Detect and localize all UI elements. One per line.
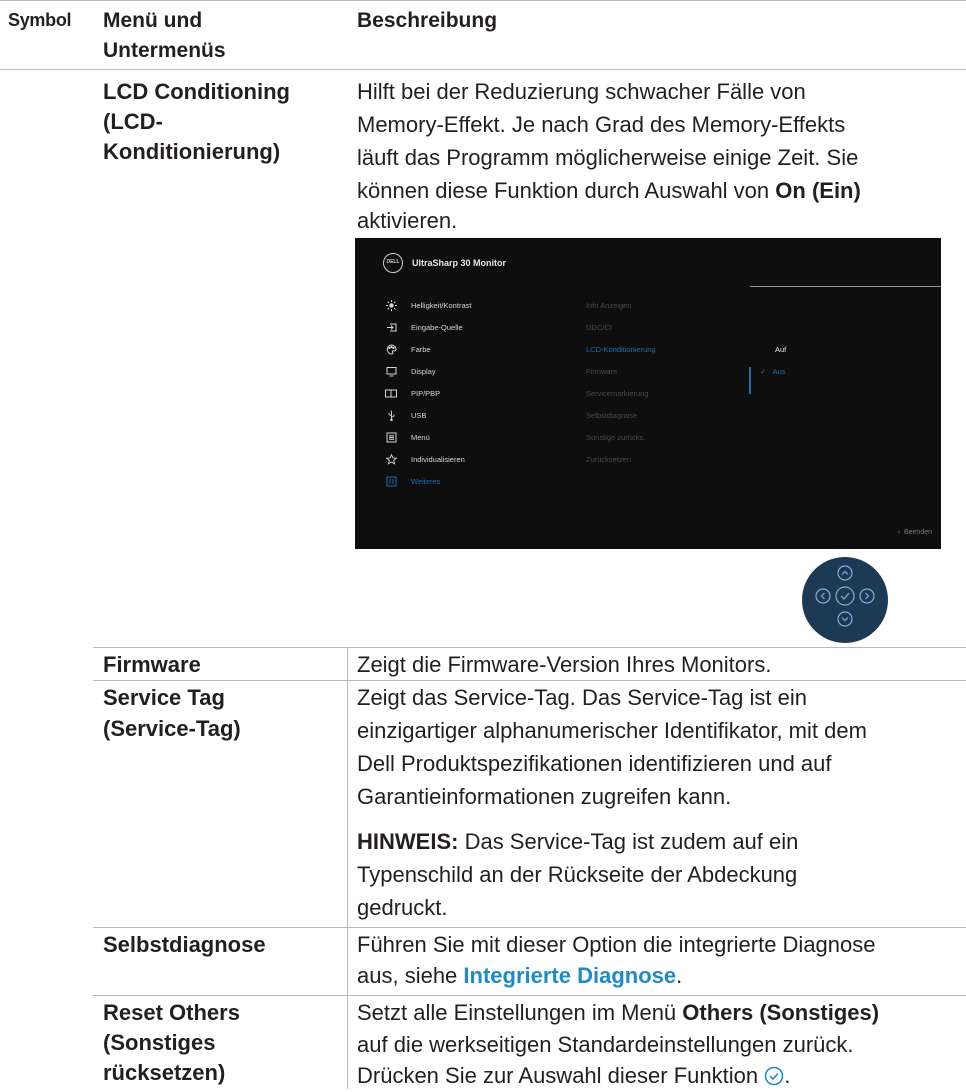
check-circle-icon xyxy=(764,1066,784,1092)
osd-divider-line xyxy=(750,286,941,287)
usb-icon xyxy=(385,409,397,421)
osd-submenu-item[interactable]: Zurücksetzen xyxy=(586,455,631,464)
osd-option-off-label: Aus xyxy=(772,367,786,376)
brightness-icon xyxy=(385,299,397,311)
selftest-desc-text: . xyxy=(676,963,683,988)
menu-name-service-tag: (Service-Tag) xyxy=(103,716,241,741)
service-desc-line: Garantieinformationen zugreifen kann. xyxy=(357,784,732,809)
menu-name-service-tag: Service Tag xyxy=(103,685,225,710)
display-icon xyxy=(385,365,397,377)
row-rule xyxy=(93,927,966,928)
osd-selection-bar xyxy=(749,367,751,394)
osd-menu-label: Menü xyxy=(411,432,430,442)
table-top-rule xyxy=(0,0,966,1)
service-note-line: HINWEIS: Das Service-Tag ist zudem auf e… xyxy=(357,827,798,857)
service-note-line: Typenschild an der Rückseite der Abdecku… xyxy=(357,862,798,887)
lcd-desc-line: aktivieren. xyxy=(357,208,458,233)
header-menu: Menü und Untermenüs xyxy=(103,9,226,62)
osd-menu-label: Weiteres xyxy=(411,476,441,486)
osd-screenshot: DELL UltraSharp 30 Monitor Helligkeit/Ko… xyxy=(355,238,941,549)
lcd-desc-line: läuft das Programm möglicherweise einige… xyxy=(357,145,859,170)
osd-menu-item[interactable]: Menü xyxy=(385,431,430,443)
selftest-desc-line: aus, siehe Integrierte Diagnose. xyxy=(357,961,682,991)
osd-option-on[interactable]: Auf xyxy=(775,345,786,354)
integrated-diagnostics-link[interactable]: Integrierte Diagnose xyxy=(463,963,676,988)
star-icon xyxy=(385,453,397,465)
osd-exit-label: Beenden xyxy=(903,529,932,536)
osd-menu-item[interactable]: Eingabe-Quelle xyxy=(385,321,463,333)
reset-desc-text: Drücken Sie zur Auswahl dieser Funktion xyxy=(357,1063,759,1088)
osd-title: UltraSharp 30 Monitor xyxy=(412,258,507,268)
menu-name-reset-others: (Sonstiges xyxy=(103,1030,216,1055)
row-rule xyxy=(93,680,966,681)
lcd-desc-bold: On (Ein) xyxy=(775,178,861,203)
osd-submenu-item[interactable]: LCD-Konditionierung xyxy=(586,345,656,354)
header-symbol: Symbol xyxy=(8,10,72,30)
lcd-desc-line: Hilft bei der Reduzierung schwacher Fäll… xyxy=(357,79,806,104)
osd-menu-item[interactable]: Helligkeit/Kontrast xyxy=(385,299,471,311)
osd-menu-label: Individualisieren xyxy=(411,454,465,464)
menu-name-lcd-conditioning: LCD Conditioning (LCD-Konditionierung) xyxy=(103,79,290,164)
reset-desc-bold: Others (Sonstiges) xyxy=(682,1000,880,1025)
input-source-icon xyxy=(385,321,397,333)
osd-submenu-item[interactable]: Firmware xyxy=(586,367,617,376)
joystick-graphic xyxy=(802,557,888,643)
osd-menu-item[interactable]: Display xyxy=(385,365,436,377)
reset-desc-line: Drücken Sie zur Auswahl dieser Funktion … xyxy=(357,1063,790,1092)
dell-logo: DELL xyxy=(383,253,403,273)
firmware-desc: Zeigt die Firmware-Version Ihres Monitor… xyxy=(357,652,772,677)
others-icon xyxy=(385,475,397,487)
osd-menu-item[interactable]: USB xyxy=(385,409,426,421)
header-description: Beschreibung xyxy=(357,9,498,32)
header-rule xyxy=(0,69,966,70)
check-icon: ✓ xyxy=(760,367,767,376)
row-rule xyxy=(93,647,966,648)
row-rule xyxy=(93,995,966,996)
osd-menu-item[interactable]: Weiteres xyxy=(385,475,440,487)
lcd-desc-text: können diese Funktion durch Auswahl von xyxy=(357,178,776,203)
osd-menu-label: Farbe xyxy=(411,344,431,354)
reset-desc-line: Setzt alle Einstellungen im Menü Others … xyxy=(357,998,879,1028)
osd-submenu-item[interactable]: Servicemarkierung xyxy=(586,389,649,398)
osd-exit[interactable]: ‹ Beenden xyxy=(898,529,932,536)
osd-submenu-item[interactable]: DDC/CI xyxy=(586,323,612,332)
service-desc-line: Dell Produktspezifikationen identifizier… xyxy=(357,751,832,776)
lcd-desc-line: können diese Funktion durch Auswahl von … xyxy=(357,176,861,206)
menu-name-self-diagnostic: Selbstdiagnose xyxy=(103,932,266,957)
osd-menu-label: Helligkeit/Kontrast xyxy=(411,300,472,310)
selftest-desc-line: Führen Sie mit dieser Option die integri… xyxy=(357,932,876,957)
service-desc-line: einzigartiger alphanumerischer Identifik… xyxy=(357,718,867,743)
service-note-line: gedruckt. xyxy=(357,895,448,920)
column-rule xyxy=(347,647,348,1089)
pip-icon xyxy=(385,387,397,399)
osd-menu-label: Eingabe-Quelle xyxy=(411,322,463,332)
osd-menu-label: USB xyxy=(411,410,427,420)
menu-name-reset-others: Reset Others xyxy=(103,1000,240,1025)
note-text: Das Service-Tag ist zudem auf ein xyxy=(458,829,799,854)
lcd-desc-line: Memory-Effekt. Je nach Grad des Memory-E… xyxy=(357,112,846,137)
menu-name-firmware: Firmware xyxy=(103,652,201,677)
osd-menu-label: PIP/PBP xyxy=(411,388,441,398)
menu-name-reset-others: rücksetzen) xyxy=(103,1060,226,1085)
osd-submenu-item[interactable]: Selbstdiagnose xyxy=(586,411,637,420)
selftest-desc-text: aus, siehe xyxy=(357,963,464,988)
osd-menu-item[interactable]: Individualisieren xyxy=(385,453,465,465)
chevron-left-icon: ‹ xyxy=(897,529,901,536)
osd-submenu-item[interactable]: Sonstige zurücks. xyxy=(586,433,645,442)
osd-menu-item[interactable]: PIP/PBP xyxy=(385,387,440,399)
reset-desc-line: auf die werkseitigen Standardeinstellung… xyxy=(357,1032,854,1057)
osd-menu-item[interactable]: Farbe xyxy=(385,343,431,355)
osd-submenu-item[interactable]: Info Anzeigen xyxy=(586,301,631,310)
reset-desc-text: Setzt alle Einstellungen im Menü xyxy=(357,1000,683,1025)
osd-option-off[interactable]: ✓ Aus xyxy=(760,367,786,376)
color-palette-icon xyxy=(385,343,397,355)
osd-menu-label: Display xyxy=(411,366,436,376)
menu-icon xyxy=(385,431,397,443)
note-label: HINWEIS: xyxy=(357,829,459,854)
service-desc-line: Zeigt das Service-Tag. Das Service-Tag i… xyxy=(357,685,807,710)
